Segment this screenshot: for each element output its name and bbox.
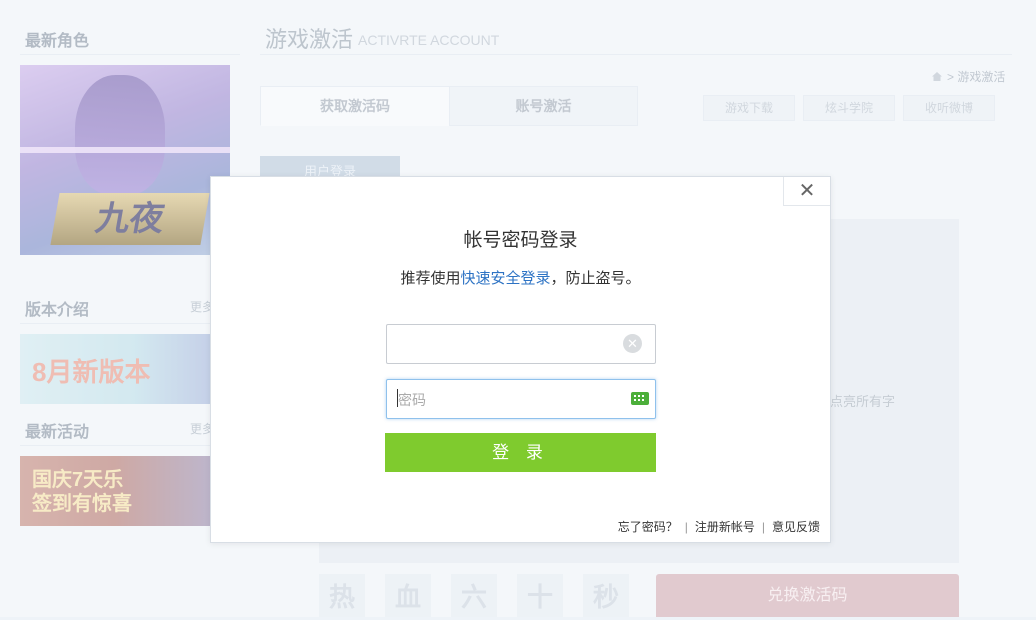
login-button[interactable]: 登 录: [385, 433, 656, 472]
dialog-hint: 推荐使用快速安全登录，防止盗号。: [211, 267, 830, 288]
password-field[interactable]: 密码: [386, 379, 656, 419]
dialog-title: 帐号密码登录: [463, 230, 578, 251]
password-placeholder: 密码: [398, 392, 426, 408]
feedback-link[interactable]: 意见反馈: [772, 520, 820, 534]
quick-login-link[interactable]: 快速安全登录: [460, 270, 550, 287]
separator: |: [684, 520, 688, 534]
keyboard-icon[interactable]: [631, 392, 649, 405]
close-icon[interactable]: ✕: [783, 177, 830, 206]
hint-suffix: ，防止盗号。: [550, 270, 641, 287]
username-field[interactable]: ✕: [386, 324, 656, 364]
separator: |: [761, 520, 765, 534]
forgot-password-link[interactable]: 忘了密码？: [618, 520, 678, 534]
dialog-footer-links: 忘了密码？ | 注册新帐号 | 意见反馈: [618, 518, 820, 535]
hint-prefix: 推荐使用: [400, 270, 461, 287]
clear-input-icon[interactable]: ✕: [623, 334, 642, 353]
register-link[interactable]: 注册新帐号: [695, 520, 755, 534]
login-dialog: ✕ 帐号密码登录 推荐使用快速安全登录，防止盗号。 ✕ 密码 登 录 忘了密码？…: [210, 176, 831, 543]
